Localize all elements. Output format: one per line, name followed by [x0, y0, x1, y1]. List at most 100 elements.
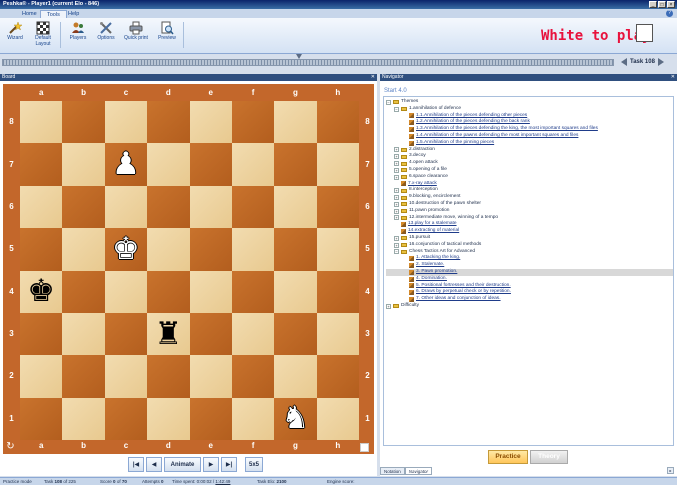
tab-navigator[interactable]: Navigator [404, 467, 433, 475]
tree-node[interactable]: +4.open attack [386, 160, 673, 167]
square-a6[interactable] [20, 185, 63, 229]
square-d2[interactable] [147, 355, 190, 398]
expand-icon[interactable]: + [394, 201, 399, 207]
tree-node[interactable]: +9.blocking, encirclement [386, 194, 673, 201]
square-g2[interactable] [274, 355, 317, 398]
square-a5[interactable] [20, 228, 63, 271]
square-a3[interactable] [20, 312, 63, 356]
collapse-icon[interactable]: − [394, 249, 399, 255]
options-button[interactable]: Options [94, 21, 118, 51]
last-move-button[interactable]: ▶| [221, 457, 237, 472]
square-h7[interactable] [316, 143, 359, 186]
square-g6[interactable] [274, 185, 317, 229]
square-h3[interactable] [316, 312, 359, 356]
square-c3[interactable] [104, 312, 148, 356]
square-e3[interactable] [189, 312, 232, 356]
square-e8[interactable] [189, 101, 232, 144]
square-c5[interactable]: ♚ [104, 228, 148, 271]
expand-icon[interactable]: + [394, 195, 399, 201]
square-b5[interactable] [62, 228, 105, 271]
square-a2[interactable] [20, 355, 63, 398]
scroll-right-icon[interactable]: ▸ [667, 467, 674, 474]
prev-move-button[interactable]: ◀ [146, 457, 162, 472]
square-h4[interactable] [316, 270, 359, 313]
square-c4[interactable] [104, 270, 148, 313]
preview-button[interactable]: Preview [154, 21, 180, 51]
square-d7[interactable] [147, 143, 190, 186]
square-g7[interactable] [274, 143, 317, 186]
square-h6[interactable] [316, 185, 359, 229]
time-total[interactable]: 1:42:49 [215, 479, 230, 484]
tab-notation[interactable]: Notation [380, 467, 405, 475]
players-button[interactable]: Players [66, 21, 90, 51]
square-e1[interactable] [189, 397, 232, 440]
tree-node[interactable]: 7. Other ideas and conjunction of ideas. [386, 296, 673, 303]
square-f2[interactable] [231, 355, 275, 398]
tree-node-label[interactable]: 4. Domination. [416, 276, 447, 283]
square-d8[interactable] [147, 101, 190, 144]
square-c2[interactable] [104, 355, 148, 398]
tree-node-label[interactable]: 1.5.Annihilation of the pinning pieces [416, 140, 494, 147]
first-move-button[interactable]: |◀ [128, 457, 144, 472]
close-icon[interactable]: × [667, 1, 675, 8]
square-f7[interactable] [231, 143, 275, 186]
tree-node[interactable]: 1.4.Annihilation of the pawns defending … [386, 133, 673, 140]
square-a7[interactable] [20, 143, 63, 186]
minimize-icon[interactable]: _ [649, 1, 657, 8]
square-e6[interactable] [189, 185, 232, 229]
expand-icon[interactable]: + [394, 154, 399, 160]
tree-node[interactable]: +15.pursuit [386, 235, 673, 242]
expand-icon[interactable]: + [394, 161, 399, 167]
tab-home[interactable]: Home [16, 10, 43, 18]
square-b8[interactable] [62, 101, 105, 144]
black-king-icon[interactable]: ♚ [27, 276, 55, 307]
wizard-button[interactable]: Wizard [4, 21, 26, 51]
square-g3[interactable] [274, 312, 317, 356]
square-a8[interactable] [20, 101, 63, 144]
tree-node-label[interactable]: 14.extracting of material [408, 228, 459, 235]
square-a1[interactable] [20, 397, 63, 440]
square-e4[interactable] [189, 270, 232, 313]
square-g1[interactable]: ♞ [274, 397, 317, 440]
close-panel-icon[interactable]: ✕ [671, 74, 675, 81]
help-icon[interactable]: ? [666, 10, 673, 17]
square-b2[interactable] [62, 355, 105, 398]
expand-icon[interactable]: + [394, 147, 399, 153]
square-c1[interactable] [104, 397, 148, 440]
square-d5[interactable] [147, 228, 190, 271]
expand-icon[interactable]: + [394, 242, 399, 248]
collapse-icon[interactable]: − [394, 106, 399, 112]
tree-node[interactable]: 4. Domination. [386, 276, 673, 283]
square-h8[interactable] [316, 101, 359, 144]
square-b7[interactable] [62, 143, 105, 186]
tree-node[interactable]: 1.3.Annihilation of the pieces defending… [386, 126, 673, 133]
task-progress-slider[interactable] [2, 59, 614, 66]
square-g8[interactable] [274, 101, 317, 144]
square-c8[interactable] [104, 101, 148, 144]
tree-node-label[interactable]: 1.4.Annihilation of the pawns defending … [416, 133, 578, 140]
white-king-icon[interactable]: ♚ [112, 233, 140, 265]
board-size-button[interactable]: 5x5 [245, 457, 264, 472]
prev-task-icon[interactable] [621, 58, 627, 66]
square-h5[interactable] [316, 228, 359, 271]
expand-icon[interactable]: + [394, 215, 399, 221]
tree-node-label[interactable]: 2. Stalemate. [416, 262, 444, 269]
square-g5[interactable] [274, 228, 317, 271]
tab-help[interactable]: Help [62, 10, 85, 18]
tree-node-label[interactable]: 7. Other ideas and conjunction of ideas. [416, 296, 501, 303]
theory-button[interactable]: Theory [530, 450, 568, 464]
black-rook-icon[interactable]: ♜ [154, 318, 182, 350]
tree-node-label[interactable]: 1.3.Annihilation of the pieces defending… [416, 126, 598, 133]
square-d6[interactable] [147, 185, 190, 229]
square-b6[interactable] [62, 185, 105, 229]
square-f4[interactable] [231, 270, 275, 313]
close-panel-icon[interactable]: ✕ [371, 74, 375, 81]
square-d3[interactable]: ♜ [147, 312, 190, 356]
tree-node[interactable]: 14.extracting of material [386, 228, 673, 235]
white-knight-icon[interactable]: ♞ [282, 403, 310, 434]
maximize-icon[interactable]: □ [658, 1, 666, 8]
square-b3[interactable] [62, 312, 105, 356]
default-layout-button[interactable]: Default Layout [30, 21, 56, 51]
expand-icon[interactable]: + [394, 235, 399, 241]
tree-node[interactable]: + Difficulty [386, 303, 673, 310]
